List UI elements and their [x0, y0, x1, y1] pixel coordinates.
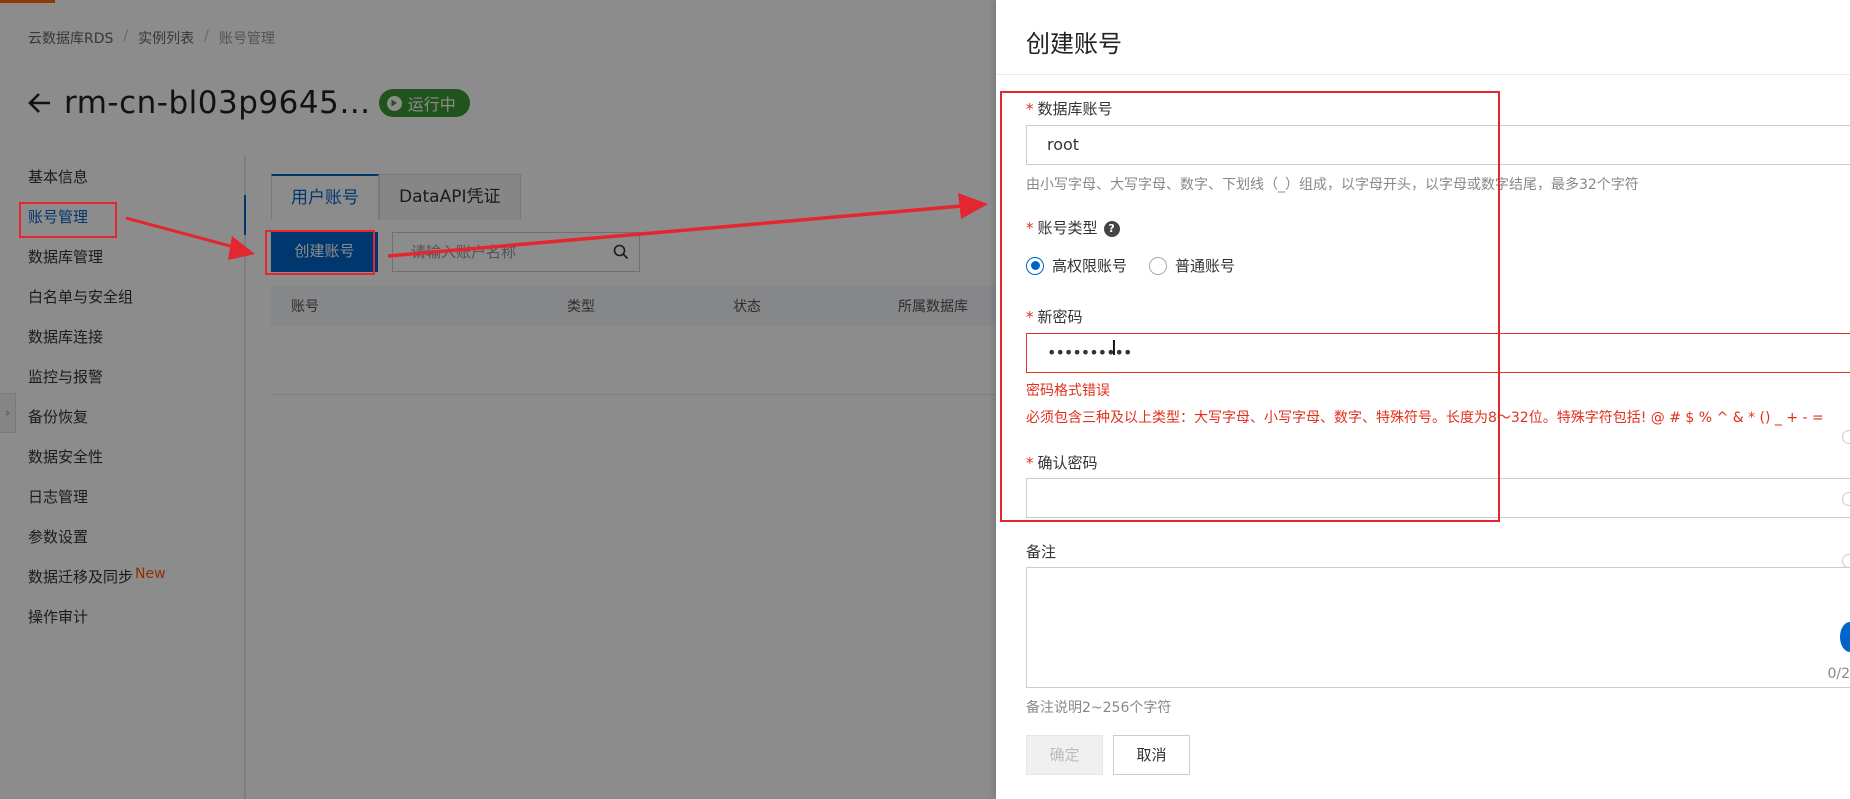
floating-button[interactable]: [1842, 430, 1850, 444]
remark-hint: 备注说明2~256个字符: [1026, 700, 1172, 716]
drawer-divider: [996, 74, 1850, 75]
remark-textarea[interactable]: [1026, 567, 1850, 688]
floating-toolbar: [1842, 430, 1850, 616]
drawer-title: 创建账号: [1026, 30, 1122, 58]
annotation-box-nav: [19, 202, 117, 238]
confirm-button[interactable]: 确定: [1026, 735, 1103, 775]
floating-button[interactable]: [1842, 492, 1850, 506]
remark-label: 备注: [1026, 543, 1057, 561]
annotation-box-create-button: [265, 230, 375, 275]
remark-char-count: 0/2: [1827, 666, 1850, 682]
annotation-box-form: [1000, 91, 1500, 522]
cancel-button[interactable]: 取消: [1113, 735, 1190, 775]
floating-button[interactable]: [1842, 554, 1850, 568]
modal-overlay[interactable]: [0, 0, 996, 799]
